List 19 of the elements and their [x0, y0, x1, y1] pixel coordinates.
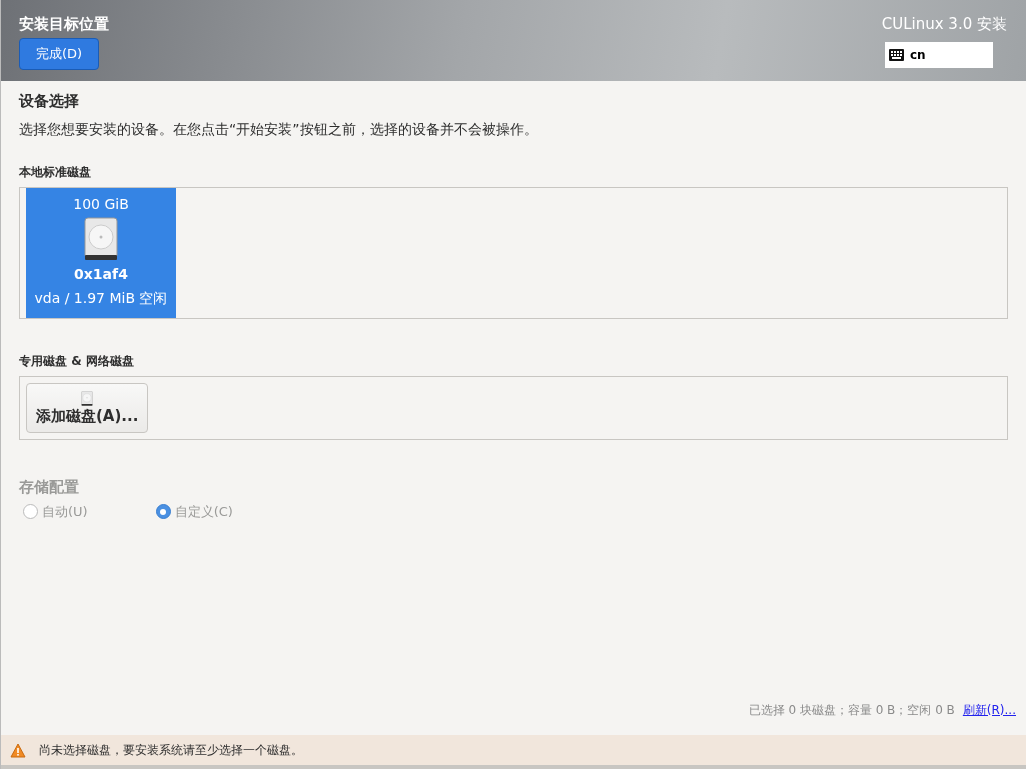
disk-name: 0x1af4: [74, 265, 128, 284]
warning-text: 尚未选择磁盘，要安装系统请至少选择一个磁盘。: [39, 742, 303, 759]
disk-detail: vda / 1.97 MiB 空闲: [34, 289, 168, 308]
specialized-disks-heading: 专用磁盘 & 网络磁盘: [19, 353, 134, 370]
add-disk-button[interactable]: 添加磁盘(A)...: [26, 383, 149, 433]
section-heading: 设备选择: [19, 91, 79, 112]
disk-size: 100 GiB: [73, 195, 129, 214]
selection-summary: 已选择 0 块磁盘；容量 0 B；空闲 0 B: [748, 702, 955, 719]
storage-config-heading: 存储配置: [19, 477, 79, 498]
product-title: CULinux 3.0 安装: [881, 14, 1007, 34]
keyboard-layout-field[interactable]: cn: [885, 42, 993, 68]
page-title: 安装目标位置: [19, 14, 109, 34]
refresh-link[interactable]: 刷新(R)...: [962, 701, 1016, 719]
done-button[interactable]: 完成(D): [19, 38, 100, 70]
warning-icon: [10, 742, 26, 758]
description-text: 选择您想要安装的设备。在您点击“开始安装”按钮之前，选择的设备并不会被操作。: [19, 120, 538, 139]
local-disks-heading: 本地标准磁盘: [19, 164, 91, 181]
keyboard-icon: [889, 49, 904, 61]
disk-tile[interactable]: 100 GiB 0x1af4 vda / 1.97 MiB 空闲: [26, 188, 176, 318]
